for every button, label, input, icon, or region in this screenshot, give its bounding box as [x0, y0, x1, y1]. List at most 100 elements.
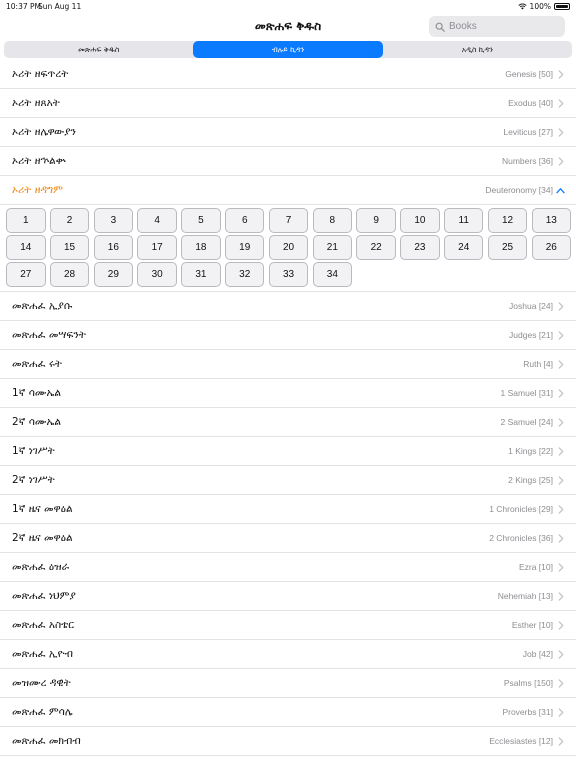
book-english-name: Ezra [10] — [518, 562, 553, 572]
chapter-button[interactable]: 2 — [49, 208, 90, 233]
search-input[interactable] — [449, 21, 559, 32]
chevron-right-icon — [558, 563, 564, 572]
book-row[interactable]: መጽሐፈ ነህምያ Nehemiah [13] — [0, 582, 576, 611]
wifi-icon — [517, 3, 527, 10]
chapter-button[interactable]: 29 — [93, 262, 134, 287]
chapter-button[interactable]: 7 — [268, 208, 309, 233]
book-english-name: Deuteronomy [34] — [485, 185, 553, 195]
search-icon — [435, 22, 445, 32]
book-amharic-name: ኦሪት ዘሌዋውያን — [12, 126, 76, 138]
book-amharic-name: መጽሐፈ መክብብ — [12, 735, 81, 747]
chapter-button[interactable]: 34 — [312, 262, 353, 287]
status-bar: 10:37 PM Sun Aug 11 100% — [0, 0, 576, 14]
chapter-button[interactable]: 19 — [224, 235, 265, 260]
chevron-right-icon — [558, 360, 564, 369]
book-row[interactable]: 1ኛ ነገሥት 1 Kings [22] — [0, 437, 576, 466]
chevron-up-icon[interactable] — [556, 187, 565, 194]
book-amharic-name: ኦሪት ዘኍልቍ — [12, 155, 66, 167]
chevron-right-icon — [558, 592, 564, 601]
book-english-name: Esther [10] — [511, 620, 553, 630]
chevron-right-icon — [558, 128, 564, 137]
book-english-name: Psalms [150] — [503, 678, 553, 688]
chapter-button[interactable]: 25 — [487, 235, 528, 260]
book-row[interactable]: 1ኛ ዜና መዋዕል 1 Chronicles [29] — [0, 495, 576, 524]
chapter-button[interactable]: 33 — [268, 262, 309, 287]
chapter-button[interactable]: 20 — [268, 235, 309, 260]
book-row[interactable]: መዝሙረ ዳዊት Psalms [150] — [0, 669, 576, 698]
chapter-button[interactable]: 18 — [181, 235, 221, 260]
chapter-button[interactable]: 30 — [137, 262, 177, 287]
book-amharic-name: መጽሐፈ ነህምያ — [12, 590, 76, 602]
book-amharic-name: መጽሐፈ ዕዝራ — [12, 561, 70, 573]
chapter-button[interactable]: 4 — [137, 208, 177, 233]
chapter-button[interactable]: 12 — [487, 208, 528, 233]
tab-whole-bible[interactable]: መጽሐፍ ቅዱስ — [4, 41, 193, 58]
search-field[interactable] — [429, 16, 565, 37]
chapter-button[interactable]: 5 — [181, 208, 221, 233]
book-row[interactable]: መጽሐፈ ኢያሱ Joshua [24] — [0, 292, 576, 321]
chapter-button[interactable]: 14 — [6, 235, 46, 260]
chapter-button[interactable]: 1 — [6, 208, 46, 233]
chapter-button[interactable]: 3 — [93, 208, 134, 233]
chapter-button[interactable]: 9 — [356, 208, 396, 233]
book-amharic-name: መጽሐፈ ኢያሱ — [12, 300, 73, 312]
chapter-button[interactable]: 32 — [224, 262, 265, 287]
chevron-right-icon — [558, 99, 564, 108]
book-row[interactable]: ኦሪት ዘጸአት Exodus [40] — [0, 89, 576, 118]
chapter-button[interactable]: 28 — [49, 262, 90, 287]
book-amharic-name: መጽሐፈ ምሳሌ — [12, 706, 73, 718]
chapter-button[interactable]: 27 — [6, 262, 46, 287]
book-row[interactable]: መጽሐፈ መሣፍንት Judges [21] — [0, 321, 576, 350]
book-row[interactable]: ኦሪት ዘፍጥረት Genesis [50] — [0, 60, 576, 89]
chapter-button[interactable]: 8 — [312, 208, 353, 233]
battery-percent: 100% — [529, 2, 551, 11]
chapter-button[interactable]: 17 — [137, 235, 177, 260]
book-english-name: 2 Kings [25] — [508, 475, 553, 485]
book-row[interactable]: ኦሪት ዘኍልቍ Numbers [36] — [0, 147, 576, 176]
chapter-button[interactable]: 21 — [312, 235, 353, 260]
book-row[interactable]: 1ኛ ሳሙኤል 1 Samuel [31] — [0, 379, 576, 408]
book-row[interactable]: ኦሪት ዘሌዋውያን Leviticus [27] — [0, 118, 576, 147]
chevron-right-icon — [558, 418, 564, 427]
book-row[interactable]: መጽሐፈ ኢዮብ Job [42] — [0, 640, 576, 669]
chapter-button[interactable]: 23 — [400, 235, 440, 260]
chapter-button[interactable]: 11 — [443, 208, 484, 233]
chapter-button[interactable]: 10 — [400, 208, 440, 233]
book-amharic-name: 2ኛ ነገሥት — [12, 474, 55, 486]
book-row[interactable]: 2ኛ ነገሥት 2 Kings [25] — [0, 466, 576, 495]
navigation-bar: መጽሐፍ ቅዱስ — [0, 14, 576, 40]
book-english-name: Proverbs [31] — [502, 707, 553, 717]
book-row[interactable]: መጽሐፈ ሩት Ruth [4] — [0, 350, 576, 379]
chapter-button[interactable]: 24 — [443, 235, 484, 260]
book-amharic-name: 2ኛ ዜና መዋዕል — [12, 532, 73, 544]
chapter-grid: 1 2 3 4 5 6 7 8 9 10 11 12 13 14 15 16 17 18 19 20 21 22 23 24 2… — [0, 205, 576, 292]
chevron-right-icon — [558, 650, 564, 659]
chapter-button[interactable]: 13 — [531, 208, 572, 233]
chapter-button[interactable]: 15 — [49, 235, 90, 260]
tab-old-testament[interactable]: ብሉይ ኪዳን — [193, 41, 383, 58]
book-row[interactable]: መጽሐፈ ዕዝራ Ezra [10] — [0, 553, 576, 582]
chapter-button[interactable]: 22 — [356, 235, 396, 260]
tab-new-testament[interactable]: አዲስ ኪዳን — [383, 41, 572, 58]
book-row[interactable]: መጽሐፈ ምሳሌ Proverbs [31] — [0, 698, 576, 727]
book-row-expanded[interactable]: ኦሪት ዘዳግም Deuteronomy [34] — [0, 176, 576, 205]
book-amharic-name: መጽሐፈ ሩት — [12, 358, 62, 370]
book-row[interactable]: መጽሐፈ መክብብ Ecclesiastes [12] — [0, 727, 576, 756]
chapter-button[interactable]: 26 — [531, 235, 572, 260]
chapter-button[interactable]: 31 — [181, 262, 221, 287]
chevron-right-icon — [558, 534, 564, 543]
chevron-right-icon — [558, 679, 564, 688]
book-row[interactable]: 2ኛ ሳሙኤል 2 Samuel [24] — [0, 408, 576, 437]
book-row[interactable]: 2ኛ ዜና መዋዕል 2 Chronicles [36] — [0, 524, 576, 553]
book-row[interactable]: መጽሐፈ አስቴር Esther [10] — [0, 611, 576, 640]
book-amharic-name: መጽሐፈ መሣፍንት — [12, 329, 86, 341]
chevron-right-icon — [558, 447, 564, 456]
book-amharic-name: 2ኛ ሳሙኤል — [12, 416, 62, 428]
book-english-name: Leviticus [27] — [503, 127, 553, 137]
book-amharic-name: መጽሐፈ ኢዮብ — [12, 648, 73, 660]
book-english-name: Job [42] — [522, 649, 553, 659]
chapter-button[interactable]: 16 — [93, 235, 134, 260]
chapter-button[interactable]: 6 — [224, 208, 265, 233]
book-english-name: Judges [21] — [509, 330, 553, 340]
book-amharic-name: መጽሐፈ አስቴር — [12, 619, 75, 631]
